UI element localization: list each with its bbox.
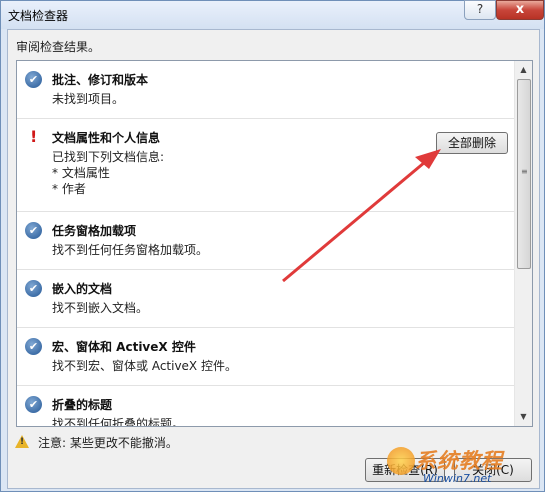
site-watermark: 系统教程 Winwin7.net (379, 441, 539, 489)
item-title: 嵌入的文档 (52, 282, 113, 296)
watermark-logo-icon (387, 447, 415, 475)
review-results-label: 审阅检查结果。 (16, 40, 101, 54)
grip-icon: ≡ (521, 167, 528, 176)
item-title: 宏、窗体和 ActiveX 控件 (52, 340, 196, 354)
item-desc: 找不到任何任务窗格加载项。 (52, 243, 209, 257)
undo-warning-note: ! 注意: 某些更改不能撤消。 (15, 434, 315, 452)
checkmark-circle-icon: ✔ (25, 71, 42, 88)
results-list[interactable]: ✔ 批注、修订和版本 未找到项目。 ! 文档属性和个人信息 已找到下列文档信息:… (16, 60, 533, 427)
scrollbar-thumb[interactable]: ≡ (517, 79, 531, 269)
checkmark-circle-icon: ✔ (25, 338, 42, 355)
item-title: 折叠的标题 (52, 398, 113, 412)
scroll-up-arrow-icon[interactable]: ▲ (517, 63, 530, 77)
exclamation-icon: ! (30, 127, 38, 146)
list-item-doc-properties: ! 文档属性和个人信息 已找到下列文档信息: * 文档属性 * 作者 全部删除 (17, 119, 514, 212)
document-inspector-window: 文档检查器 ? x 审阅检查结果。 ✔ 批注、修订和版本 未找到项目。 ! 文档… (0, 0, 545, 492)
list-item-taskpane-addins: ✔ 任务窗格加载项 找不到任何任务窗格加载项。 (17, 212, 514, 270)
window-title: 文档检查器 (8, 9, 69, 23)
title-bar: 文档检查器 ? x (1, 0, 544, 29)
list-item-embedded-docs: ✔ 嵌入的文档 找不到嵌入文档。 (17, 270, 514, 328)
scroll-down-arrow-icon[interactable]: ▼ (517, 410, 530, 424)
checkmark-circle-icon: ✔ (25, 222, 42, 239)
item-title: 文档属性和个人信息 (52, 131, 161, 145)
item-desc: 已找到下列文档信息: * 文档属性 * 作者 (52, 150, 165, 196)
item-title: 批注、修订和版本 (52, 73, 149, 87)
item-desc: 找不到嵌入文档。 (52, 301, 149, 315)
window-close-button[interactable]: x (496, 0, 544, 20)
vertical-scrollbar[interactable]: ▲ ≡ ▼ (514, 61, 532, 426)
item-desc: 找不到任何折叠的标题。 (52, 417, 185, 427)
warning-triangle-icon: ! (15, 435, 29, 448)
remove-all-button[interactable]: 全部删除 (436, 132, 508, 154)
list-item-comments: ✔ 批注、修订和版本 未找到项目。 (17, 61, 514, 119)
dialog-body: 审阅检查结果。 ✔ 批注、修订和版本 未找到项目。 ! 文档属性和个人信息 已找… (7, 29, 540, 489)
watermark-subtext: Winwin7.net (423, 472, 492, 485)
help-button[interactable]: ? (464, 0, 496, 20)
note-text: 注意: 某些更改不能撤消。 (38, 436, 178, 450)
list-item-collapsed-headings: ✔ 折叠的标题 找不到任何折叠的标题。 (17, 386, 514, 427)
list-item-macros: ✔ 宏、窗体和 ActiveX 控件 找不到宏、窗体或 ActiveX 控件。 (17, 328, 514, 386)
watermark-text: 系统教程 (415, 449, 503, 473)
item-title: 任务窗格加载项 (52, 224, 137, 238)
checkmark-circle-icon: ✔ (25, 280, 42, 297)
checkmark-circle-icon: ✔ (25, 396, 42, 413)
item-desc: 找不到宏、窗体或 ActiveX 控件。 (52, 359, 237, 373)
item-desc: 未找到项目。 (52, 92, 125, 106)
